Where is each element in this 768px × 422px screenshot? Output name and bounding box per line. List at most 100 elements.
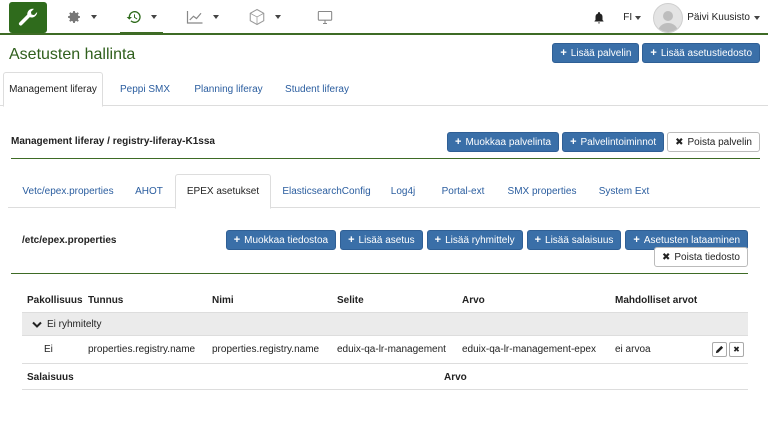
- add-group-label: Lisää ryhmittely: [445, 234, 515, 246]
- delete-file-button[interactable]: ✖ Poista tiedosto: [654, 247, 748, 267]
- add-setting-button[interactable]: + Lisää asetus: [340, 230, 423, 250]
- chevron-down-icon: [91, 15, 97, 19]
- monitor-menu[interactable]: [317, 6, 333, 28]
- monitor-icon: [317, 10, 333, 24]
- col-value: Arvo: [462, 295, 485, 306]
- plus-icon: +: [455, 136, 462, 148]
- gear-icon: [68, 11, 80, 23]
- edit-row-button[interactable]: [712, 342, 727, 357]
- server-actions-button[interactable]: + Palvelintoiminnot: [562, 132, 665, 152]
- group-toggle: Ei ryhmitelty: [32, 319, 101, 330]
- delete-server-label: Poista palvelin: [687, 136, 752, 148]
- settings-table: Pakollisuus Tunnus Nimi Selite Arvo Mahd…: [22, 290, 748, 390]
- tab-label: Log4j: [390, 185, 416, 197]
- tab-log4j[interactable]: Log4j: [383, 174, 423, 208]
- tab-etc-epex-properties[interactable]: Vetc/epex.properties: [11, 174, 125, 208]
- col-secret-value: Arvo: [444, 372, 467, 383]
- server-actions-label: Palvelintoiminnot: [580, 136, 657, 148]
- edit-file-button[interactable]: + Muokkaa tiedostoa: [225, 230, 337, 250]
- delete-file-label: Poista tiedosto: [674, 251, 740, 263]
- add-group-button[interactable]: + Lisää ryhmittely: [426, 230, 523, 250]
- tab-label: SMX properties: [507, 185, 577, 197]
- server-title: Management liferay / registry-liferay-K1…: [11, 136, 215, 147]
- tab-ahot[interactable]: AHOT: [127, 174, 171, 208]
- plus-icon: +: [348, 234, 355, 246]
- col-key: Tunnus: [88, 295, 124, 306]
- chevron-down-icon: [275, 15, 281, 19]
- language-selector[interactable]: FI: [623, 12, 642, 23]
- tab-label: Planning liferay: [194, 83, 263, 95]
- tab-label: Peppi SMX: [119, 83, 171, 95]
- col-description: Selite: [337, 295, 364, 306]
- tab-label: Management liferay: [9, 84, 97, 95]
- top-navbar: FI Päivi Kuusisto: [0, 0, 768, 35]
- chevron-down-icon: [635, 15, 642, 20]
- edit-server-button[interactable]: + Muokkaa palvelinta: [447, 132, 560, 152]
- tab-planning-liferay[interactable]: Planning liferay: [186, 72, 271, 106]
- settings-menu[interactable]: [66, 6, 97, 28]
- tab-peppi-smx[interactable]: Peppi SMX: [110, 72, 180, 106]
- tab-elasticsearch-config[interactable]: ElasticsearchConfig: [276, 174, 377, 208]
- tab-student-liferay[interactable]: Student liferay: [278, 72, 356, 106]
- tab-smx-properties[interactable]: SMX properties: [502, 174, 582, 208]
- header-actions: + Lisää palvelin + Lisää asetustiedosto: [552, 43, 760, 63]
- chart-icon: [186, 11, 203, 24]
- statistics-menu[interactable]: [186, 6, 219, 28]
- cell-description: eduix-qa-lr-management: [337, 344, 446, 355]
- network-icon: [249, 8, 265, 26]
- plus-icon: +: [570, 136, 577, 148]
- wrench-icon: [18, 8, 38, 26]
- plus-icon: +: [560, 47, 567, 59]
- secrets-header: Salaisuus Arvo: [22, 364, 748, 390]
- edit-server-label: Muokkaa palvelinta: [465, 136, 552, 148]
- add-settings-file-button[interactable]: + Lisää asetustiedosto: [642, 43, 760, 63]
- add-settings-file-label: Lisää asetustiedosto: [660, 47, 752, 59]
- user-name: Päivi Kuusisto: [687, 12, 750, 23]
- table-header: Pakollisuus Tunnus Nimi Selite Arvo Mahd…: [22, 290, 748, 312]
- tab-label: System Ext: [598, 185, 650, 197]
- avatar: [653, 2, 684, 33]
- pencil-icon: [715, 345, 724, 354]
- cell-required: Ei: [44, 344, 53, 355]
- history-menu[interactable]: [120, 6, 163, 35]
- plus-icon: +: [534, 234, 542, 246]
- close-icon: ✖: [733, 345, 740, 354]
- delete-file-wrap: ✖ Poista tiedosto: [654, 247, 748, 267]
- add-server-label: Lisää palvelin: [570, 47, 632, 59]
- chevron-down-icon: [151, 15, 157, 19]
- tab-portal-ext[interactable]: Portal-ext: [434, 174, 492, 208]
- network-menu[interactable]: [248, 6, 281, 28]
- home-logo-button[interactable]: [9, 2, 47, 33]
- divider: [11, 158, 760, 159]
- user-menu[interactable]: Päivi Kuusisto: [653, 2, 760, 33]
- chevron-down-icon: [213, 15, 219, 19]
- close-icon: ✖: [662, 251, 671, 263]
- add-secret-button[interactable]: + Lisää salaisuus: [526, 230, 622, 250]
- language-label: FI: [623, 12, 633, 23]
- tab-system-ext[interactable]: System Ext: [592, 174, 656, 208]
- user-area: FI Päivi Kuusisto: [593, 2, 760, 33]
- plus-icon: +: [633, 234, 640, 246]
- delete-server-button[interactable]: ✖ Poista palvelin: [667, 132, 760, 152]
- edit-file-label: Muokkaa tiedostoa: [244, 234, 329, 246]
- load-settings-label: Asetusten lataaminen: [643, 234, 740, 246]
- tab-label: AHOT: [135, 185, 163, 197]
- group-row[interactable]: Ei ryhmitelty: [22, 312, 748, 336]
- user-icon: [658, 10, 679, 32]
- cell-key: properties.registry.name: [88, 344, 196, 355]
- col-possible-values: Mahdolliset arvot: [615, 295, 698, 306]
- tab-management-liferay[interactable]: Management liferay: [3, 72, 103, 107]
- bell-icon[interactable]: [593, 11, 605, 24]
- add-setting-label: Lisää asetus: [358, 234, 415, 246]
- tab-label: Portal-ext: [441, 185, 485, 197]
- add-server-button[interactable]: + Lisää palvelin: [552, 43, 640, 63]
- file-title: /etc/epex.properties: [22, 235, 117, 246]
- chevron-down-icon: [32, 321, 42, 328]
- tab-epex-asetukset[interactable]: EPEX asetukset: [175, 174, 271, 209]
- divider: [11, 273, 748, 274]
- server-tabs: Management liferay Peppi SMX Planning li…: [0, 72, 768, 107]
- close-icon: ✖: [675, 136, 684, 148]
- server-actions: + Muokkaa palvelinta + Palvelintoiminnot ✖…: [447, 132, 760, 152]
- group-label: Ei ryhmitelty: [47, 319, 102, 330]
- delete-row-button[interactable]: ✖: [729, 342, 744, 357]
